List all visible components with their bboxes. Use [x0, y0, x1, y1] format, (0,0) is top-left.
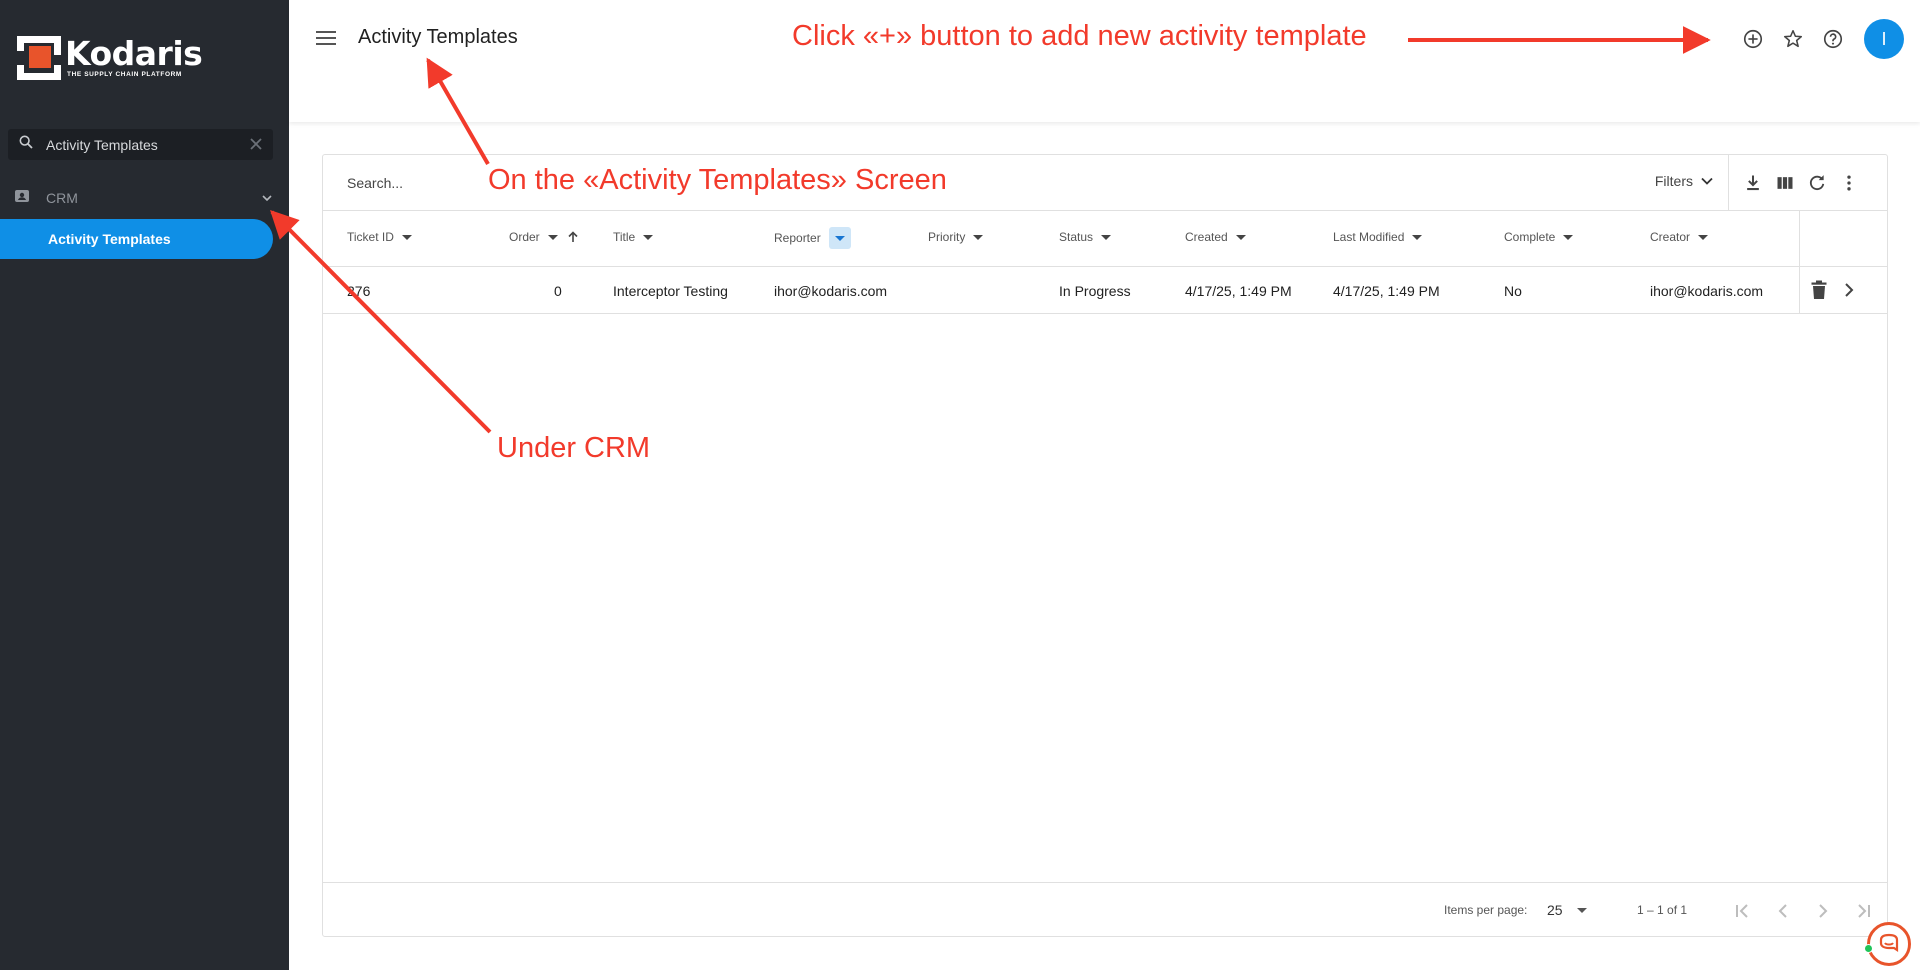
annotation-screen-hint: On the «Activity Templates» Screen: [488, 164, 947, 196]
annotation-arrows: [270, 26, 1711, 434]
annotation-crm-hint: Under CRM: [497, 432, 651, 464]
arrow-to-page-title: [426, 57, 490, 165]
arrow-to-sidebar-item: [270, 210, 492, 434]
annotation-add-hint: Click «+» button to add new activity tem…: [792, 20, 1367, 52]
